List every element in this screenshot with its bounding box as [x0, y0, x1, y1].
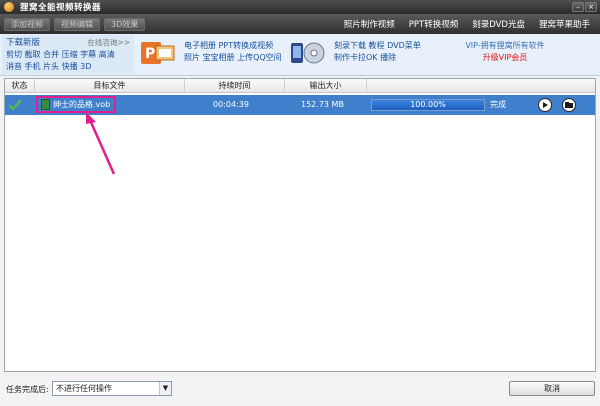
header-status: 状态: [5, 79, 35, 93]
after-task-value: 不进行任何操作: [56, 384, 112, 393]
download-new-version-link[interactable]: 下载新版: [6, 36, 40, 48]
minimize-button[interactable]: –: [572, 2, 584, 12]
header-duration: 持续时间: [185, 79, 285, 93]
close-button[interactable]: ×: [585, 2, 597, 12]
output-size-value: 152.73 MB: [301, 100, 344, 109]
app-logo-icon: [4, 2, 14, 12]
upgrade-vip-link[interactable]: 升级VIP会员: [445, 52, 565, 64]
progress-text: 100.00%: [410, 100, 446, 109]
dvd-promo-icon[interactable]: [290, 39, 326, 67]
ppt-video-link[interactable]: PPT转换视频: [409, 18, 458, 30]
play-icon: [543, 102, 548, 108]
photo-video-link[interactable]: 照片制作视频: [344, 18, 395, 30]
app-title: 狸窝全能视频转换器: [20, 3, 102, 13]
toolbar-links: 照片制作视频 PPT转换视频 刻录DVD光盘 狸窝苹果助手: [344, 18, 590, 30]
online-consult-link[interactable]: 在线咨询>>: [87, 37, 130, 48]
promo2-line-2[interactable]: 制作卡拉OK 播除: [334, 52, 396, 64]
vip-description[interactable]: VIP-拥有狸窝所有软件: [445, 40, 565, 52]
header-output-size: 输出大小: [285, 79, 367, 93]
features-line-1[interactable]: 剪切 截取 合并 压缩 字幕 高清: [6, 49, 115, 60]
progress-bar: 100.00%: [371, 99, 485, 111]
features-line-2[interactable]: 消音 手机 片头 快播 3D: [6, 61, 91, 72]
video-edit-button[interactable]: 视频编辑: [54, 17, 100, 31]
vip-box: VIP-拥有狸窝所有软件 升级VIP会员: [445, 40, 565, 64]
promo2-line-1[interactable]: 刻录下载 教程 DVD菜单: [334, 40, 421, 52]
window-controls: – ×: [572, 2, 597, 12]
play-button[interactable]: [538, 98, 552, 112]
add-video-button[interactable]: 添加视频: [4, 17, 50, 31]
burn-dvd-link[interactable]: 刻录DVD光盘: [472, 18, 525, 30]
header-progress: [367, 79, 595, 93]
duration-value: 00:04:39: [213, 100, 249, 109]
check-icon: [8, 99, 22, 111]
promo-banner: 下载新版 在线咨询>> 剪切 截取 合并 压缩 字幕 高清 消音 手机 片头 快…: [0, 34, 600, 76]
header-target-file: 目标文件: [35, 79, 185, 93]
after-task-label: 任务完成后:: [6, 385, 49, 394]
table-header: 状态 目标文件 持续时间 输出大小: [5, 79, 595, 93]
ppt-promo-icon[interactable]: P: [140, 40, 176, 66]
dropdown-arrow-icon[interactable]: ▼: [159, 382, 171, 395]
cancel-button[interactable]: 取消: [509, 381, 595, 396]
apple-helper-link[interactable]: 狸窝苹果助手: [539, 18, 590, 30]
status-text: 完成: [490, 100, 506, 109]
folder-icon: [565, 102, 573, 108]
toolbar: 添加视频 视频编辑 3D效果 照片制作视频 PPT转换视频 刻录DVD光盘 狸窝…: [0, 14, 600, 34]
annotation-arrow: [86, 112, 116, 175]
3d-effect-button[interactable]: 3D效果: [104, 17, 146, 31]
promo1-line-2[interactable]: 照片 宝宝相册 上传QQ空间: [184, 52, 282, 64]
download-panel: 下载新版 在线咨询>> 剪切 截取 合并 压缩 字幕 高清 消音 手机 片头 快…: [2, 35, 134, 74]
title-bar: 狸窝全能视频转换器 – ×: [0, 0, 600, 14]
svg-text:P: P: [145, 46, 155, 62]
after-task-select[interactable]: 不进行任何操作 ▼: [52, 381, 172, 396]
promo1-line-1[interactable]: 电子相册 PPT转换成视频: [184, 40, 273, 52]
open-folder-button[interactable]: [562, 98, 576, 112]
